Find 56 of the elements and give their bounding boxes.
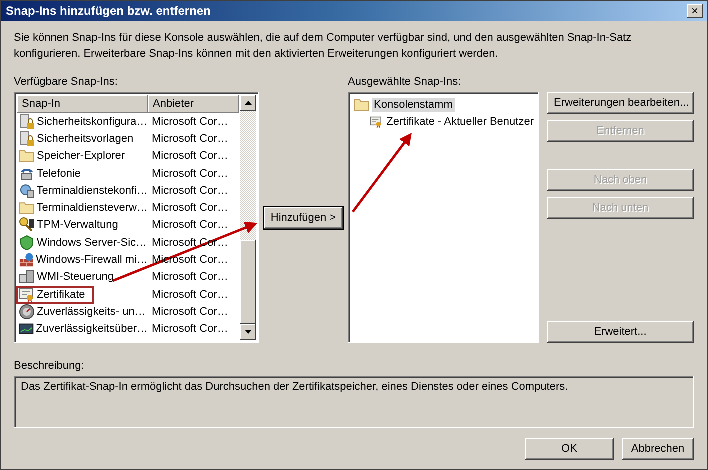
snapin-cell[interactable]: Telefonie bbox=[17, 166, 148, 182]
down-arrow-icon bbox=[244, 330, 252, 334]
side-button[interactable]: Erweitert... bbox=[547, 321, 694, 343]
tree-item[interactable]: Zertifikate - Aktueller Benutzer bbox=[384, 114, 536, 128]
folder-icon bbox=[19, 200, 35, 216]
snapin-cell[interactable]: TPM-Verwaltung bbox=[17, 217, 148, 234]
brick-wall-icon bbox=[19, 252, 34, 268]
vendor-cell-text: Microsoft Cor… bbox=[151, 219, 228, 232]
scrollbar-thumb[interactable] bbox=[240, 240, 256, 324]
add-button[interactable]: Hinzufügen > bbox=[264, 206, 344, 228]
tree-item[interactable]: Konsolenstamm bbox=[372, 98, 455, 112]
snapin-cell[interactable]: Sicherheitsvorlagen bbox=[17, 130, 148, 147]
list-label: Ausgewählte Snap-Ins: bbox=[348, 76, 462, 89]
document-lock-icon bbox=[19, 114, 35, 130]
key-icon bbox=[19, 217, 35, 234]
column-header[interactable]: Anbieter bbox=[148, 95, 239, 113]
vendor-cell-text: Microsoft Cor… bbox=[151, 288, 228, 301]
vendor-cell-text: Microsoft Cor… bbox=[151, 306, 228, 318]
scroll-up-button[interactable] bbox=[240, 95, 256, 111]
snapin-cell[interactable]: Terminaldienstekonfi… bbox=[17, 182, 148, 199]
description-text: Das Zertifikat-Snap-In ermöglicht das Durchsuchen der Zertifikatspeicher, eines Dienstes oder eines Computers. bbox=[21, 381, 568, 393]
snapin-cell[interactable]: Sicherheitskonfigura… bbox=[17, 114, 148, 130]
vendor-cell-text: Microsoft Cor… bbox=[151, 202, 228, 214]
vendor-cell-text: Microsoft Cor… bbox=[151, 184, 228, 197]
vendor-cell-text: Microsoft Cor… bbox=[151, 271, 228, 284]
up-arrow-icon bbox=[244, 101, 252, 105]
computer-icon bbox=[19, 269, 35, 286]
vendor-cell-text: Microsoft Cor… bbox=[151, 323, 228, 336]
scroll-down-button[interactable] bbox=[240, 324, 256, 340]
snapin-cell[interactable]: Zuverlässigkeits- un… bbox=[17, 304, 148, 320]
dialog-button[interactable]: OK bbox=[525, 438, 614, 460]
snapin-cell[interactable]: Windows Server-Sic… bbox=[17, 234, 148, 251]
snapin-cell[interactable]: WMI-Steuerung bbox=[17, 269, 148, 286]
vendor-cell-text: Microsoft Cor… bbox=[151, 168, 228, 180]
vendor-cell-text: Microsoft Cor… bbox=[151, 132, 228, 145]
certificate-icon bbox=[19, 286, 35, 303]
shield-icon bbox=[19, 234, 35, 251]
description-label: Beschreibung: bbox=[14, 360, 86, 373]
intro-text: Sie können Snap-Ins für diese Konsole auswählen, die auf dem Computer verfügbar sind, und den ausgewählten Snap-In-Satz konfigurieren. Erweiterbare Snap-Ins können mit den aktivierten Erweiterungen konfiguriert werden. bbox=[14, 31, 633, 62]
window-title: Snap-Ins hinzufügen bzw. entfernen bbox=[6, 4, 211, 18]
snapin-cell[interactable]: Windows-Firewall mi… bbox=[17, 252, 148, 268]
snapin-cell[interactable]: Zuverlässigkeitsüber… bbox=[17, 321, 148, 338]
document-lock-icon bbox=[19, 130, 35, 147]
vendor-cell-text: Microsoft Cor… bbox=[151, 150, 228, 162]
gauge-icon bbox=[19, 304, 35, 320]
snapin-cell[interactable]: Terminaldiensteverw… bbox=[17, 200, 148, 216]
close-button[interactable]: × bbox=[687, 4, 703, 18]
list-label: Verfügbare Snap-Ins: bbox=[14, 76, 119, 89]
column-header[interactable]: Snap-In bbox=[17, 95, 148, 113]
snapin-cell[interactable]: Speicher-Explorer bbox=[17, 148, 148, 164]
folder-icon bbox=[19, 148, 35, 164]
folder-icon bbox=[354, 96, 370, 112]
side-button[interactable]: Erweiterungen bearbeiten... bbox=[547, 92, 694, 114]
highlighted-cell[interactable]: Zertifikate bbox=[17, 286, 93, 303]
vendor-cell-text: Microsoft Cor… bbox=[151, 116, 228, 128]
dialog-button[interactable]: Abbrechen bbox=[622, 438, 694, 460]
